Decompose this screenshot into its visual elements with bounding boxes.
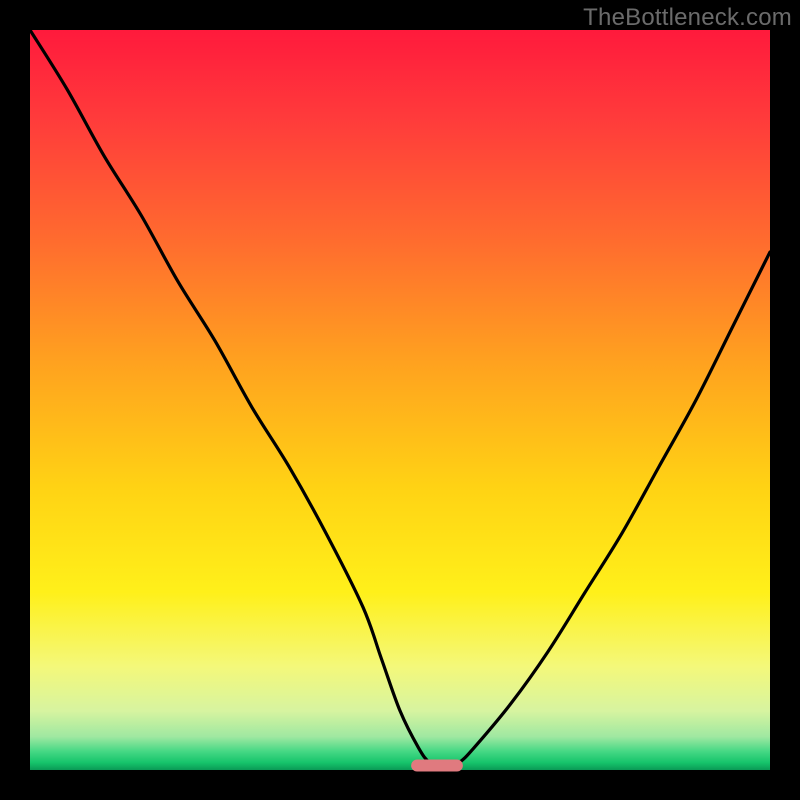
chart-frame: TheBottleneck.com [0,0,800,800]
optimal-marker [411,760,463,772]
bottleneck-chart [0,0,800,800]
watermark-text: TheBottleneck.com [583,4,792,32]
plot-background [30,30,770,770]
